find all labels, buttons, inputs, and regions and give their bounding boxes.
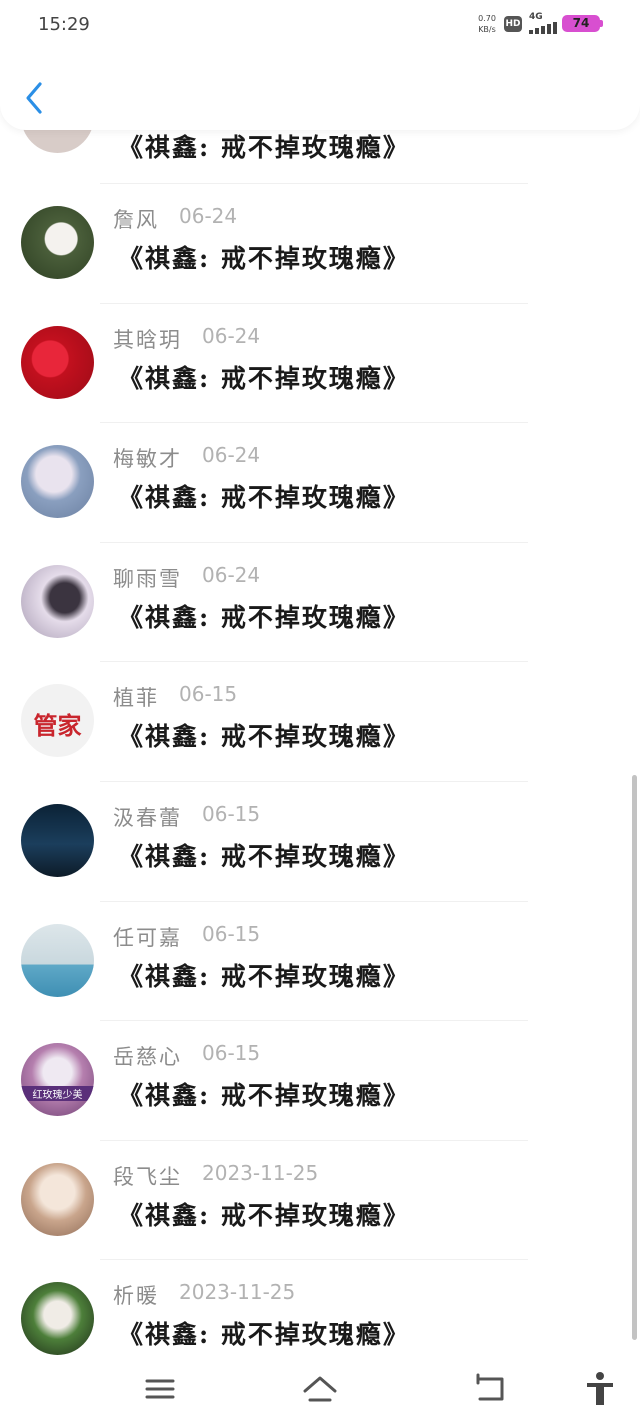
- status-time: 15:29: [38, 14, 90, 35]
- comment-date: 06-24: [179, 204, 238, 228]
- comment-date: 06-24: [202, 562, 261, 587]
- avatar[interactable]: 管家: [21, 684, 94, 758]
- comment-author[interactable]: 段飞尘: [113, 1161, 182, 1191]
- network-speed-unit: KB/s: [478, 25, 496, 34]
- comment-row[interactable]: 梅敏才 06-24 《祺鑫: 戒不掉玫瑰瘾》: [0, 423, 640, 543]
- comment-text: 《祺鑫: 戒不掉玫瑰瘾》: [118, 1320, 410, 1350]
- battery-cap: [600, 20, 603, 27]
- avatar-text: 管家: [33, 711, 82, 741]
- comment-date: 06-15: [202, 921, 261, 946]
- back-icon: [476, 1373, 504, 1401]
- comment-text: 《祺鑫: 戒不掉玫瑰瘾》: [118, 1081, 410, 1111]
- comment-author[interactable]: 聊雨雪: [113, 563, 182, 593]
- top-bar: 15:29 0.70 KB/s HD 4G 74: [0, 0, 640, 130]
- comment-text: 《祺鑫: 戒不掉玫瑰瘾》: [118, 1200, 410, 1230]
- avatar[interactable]: [21, 803, 94, 877]
- hd-icon: HD: [504, 16, 522, 32]
- comment-date: 06-15: [202, 801, 261, 826]
- avatar[interactable]: [21, 206, 94, 279]
- comment-row[interactable]: 红玫瑰少美 岳慈心 06-15 《祺鑫: 戒不掉玫瑰瘾》: [0, 1021, 640, 1141]
- comment-row[interactable]: 任可嘉 06-15 《祺鑫: 戒不掉玫瑰瘾》: [0, 902, 640, 1022]
- signal-label: 4G: [529, 12, 543, 22]
- comment-date: 2023-11-25: [179, 1280, 296, 1305]
- navigation-bar: [0, 1355, 640, 1427]
- comment-date: 06-15: [202, 1041, 261, 1066]
- comment-text: 《祺鑫: 戒不掉玫瑰瘾》: [118, 961, 410, 991]
- avatar[interactable]: [21, 1282, 94, 1356]
- comment-row[interactable]: 管家 植菲 06-15 《祺鑫: 戒不掉玫瑰瘾》: [0, 662, 640, 782]
- avatar[interactable]: 红玫瑰少美: [21, 1043, 94, 1117]
- menu-button[interactable]: [140, 1369, 180, 1409]
- avatar[interactable]: [21, 325, 94, 399]
- home-icon: [303, 1376, 337, 1402]
- comment-row[interactable]: 聊雨雪 06-24 《祺鑫: 戒不掉玫瑰瘾》: [0, 543, 640, 663]
- avatar[interactable]: [21, 564, 94, 638]
- comment-text: 《祺鑫: 戒不掉玫瑰瘾》: [118, 841, 410, 871]
- scrollbar[interactable]: [632, 775, 637, 1340]
- back-nav-button[interactable]: [470, 1369, 510, 1409]
- comment-text: 《祺鑫: 戒不掉玫瑰瘾》: [118, 133, 410, 162]
- accessibility-icon: [587, 1372, 613, 1405]
- comment-text: 《祺鑫: 戒不掉玫瑰瘾》: [118, 363, 410, 393]
- battery-icon: 74: [562, 15, 600, 32]
- comment-list: 《祺鑫: 戒不掉玫瑰瘾》 詹风 06-24 《祺鑫: 戒不掉玫瑰瘾》 其晗玥 06-24 《…: [0, 80, 640, 1380]
- comment-row[interactable]: 段飞尘 2023-11-25 《祺鑫: 戒不掉玫瑰瘾》: [0, 1141, 640, 1261]
- network-speed-value: 0.70: [478, 14, 496, 23]
- comment-row[interactable]: 汲春蕾 06-15 《祺鑫: 戒不掉玫瑰瘾》: [0, 782, 640, 902]
- menu-icon: [145, 1379, 175, 1399]
- comment-author[interactable]: 詹风: [113, 204, 159, 234]
- comment-row[interactable]: 其晗玥 06-24 《祺鑫: 戒不掉玫瑰瘾》: [0, 304, 640, 424]
- chevron-left-icon: [26, 82, 42, 114]
- comment-text: 《祺鑫: 戒不掉玫瑰瘾》: [118, 483, 410, 513]
- comment-text: 《祺鑫: 戒不掉玫瑰瘾》: [118, 602, 410, 632]
- comment-date: 06-15: [179, 682, 238, 707]
- back-button[interactable]: [20, 80, 50, 116]
- comment-author[interactable]: 梅敏才: [113, 443, 182, 473]
- comment-author[interactable]: 岳慈心: [113, 1041, 182, 1071]
- avatar-text: 红玫瑰少美: [21, 1086, 94, 1102]
- avatar[interactable]: [21, 923, 94, 997]
- avatar[interactable]: [21, 445, 94, 519]
- accessibility-button[interactable]: [580, 1369, 620, 1409]
- comment-author[interactable]: 析暖: [113, 1280, 159, 1310]
- comment-text: 《祺鑫: 戒不掉玫瑰瘾》: [118, 722, 410, 752]
- comment-author[interactable]: 植菲: [113, 682, 159, 712]
- network-speed: 0.70 KB/s: [474, 13, 500, 35]
- comment-text: 《祺鑫: 戒不掉玫瑰瘾》: [118, 244, 410, 273]
- comment-author[interactable]: 任可嘉: [113, 922, 182, 952]
- avatar[interactable]: [21, 1162, 94, 1236]
- comment-date: 06-24: [202, 323, 261, 348]
- comment-author[interactable]: 其晗玥: [113, 324, 182, 354]
- signal-icon: [529, 22, 557, 34]
- comment-date: 2023-11-25: [202, 1160, 319, 1185]
- home-button[interactable]: [300, 1369, 340, 1409]
- comment-row[interactable]: 詹风 06-24 《祺鑫: 戒不掉玫瑰瘾》: [0, 184, 640, 304]
- comment-date: 06-24: [202, 443, 261, 468]
- comment-author[interactable]: 汲春蕾: [113, 802, 182, 832]
